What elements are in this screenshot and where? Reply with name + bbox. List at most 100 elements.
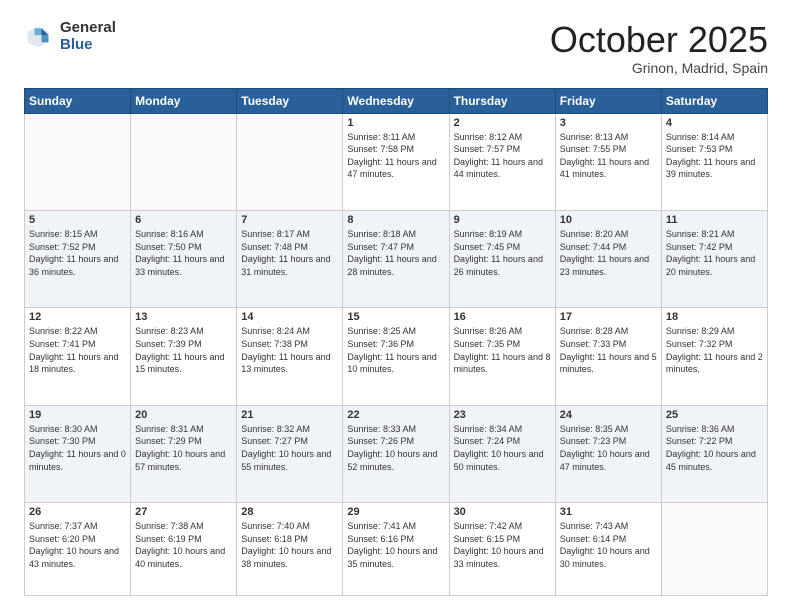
day-info: Sunrise: 8:12 AM Sunset: 7:57 PM Dayligh… [454, 131, 551, 181]
calendar-cell: 20Sunrise: 8:31 AM Sunset: 7:29 PM Dayli… [131, 405, 237, 502]
calendar-cell [661, 503, 767, 596]
day-info: Sunrise: 8:21 AM Sunset: 7:42 PM Dayligh… [666, 228, 763, 278]
day-number: 16 [454, 311, 551, 323]
day-info: Sunrise: 7:43 AM Sunset: 6:14 PM Dayligh… [560, 520, 657, 570]
day-number: 6 [135, 214, 232, 226]
day-info: Sunrise: 8:35 AM Sunset: 7:23 PM Dayligh… [560, 423, 657, 473]
day-info: Sunrise: 8:32 AM Sunset: 7:27 PM Dayligh… [241, 423, 338, 473]
day-number: 22 [347, 409, 444, 421]
day-number: 12 [29, 311, 126, 323]
calendar-cell: 22Sunrise: 8:33 AM Sunset: 7:26 PM Dayli… [343, 405, 449, 502]
day-number: 29 [347, 506, 444, 518]
calendar-cell: 28Sunrise: 7:40 AM Sunset: 6:18 PM Dayli… [237, 503, 343, 596]
day-info: Sunrise: 7:40 AM Sunset: 6:18 PM Dayligh… [241, 520, 338, 570]
weekday-header-thursday: Thursday [449, 88, 555, 113]
calendar-cell: 10 Sunrise: 8:20 AM Sunset: 7:44 PM Dayli… [555, 211, 661, 308]
calendar-cell: 6Sunrise: 8:16 AM Sunset: 7:50 PM Daylig… [131, 211, 237, 308]
calendar-cell: 17Sunrise: 8:28 AM Sunset: 7:33 PM Dayli… [555, 308, 661, 405]
title-block: October 2025 Grinon, Madrid, Spain [550, 20, 768, 76]
day-number: 5 [29, 214, 126, 226]
calendar-cell: 9 Sunrise: 8:19 AM Sunset: 7:45 PM Daylig… [449, 211, 555, 308]
day-info: Sunrise: 8:29 AM Sunset: 7:32 PM Dayligh… [666, 325, 763, 375]
day-number: 4 [666, 117, 763, 129]
day-number: 14 [241, 311, 338, 323]
calendar-cell: 18 Sunrise: 8:29 AM Sunset: 7:32 PM Dayli… [661, 308, 767, 405]
day-number: 30 [454, 506, 551, 518]
day-info: Sunrise: 7:42 AM Sunset: 6:15 PM Dayligh… [454, 520, 551, 570]
day-info: Sunrise: 8:14 AM Sunset: 7:53 PM Dayligh… [666, 131, 763, 181]
calendar-cell: 21 Sunrise: 8:32 AM Sunset: 7:27 PM Dayli… [237, 405, 343, 502]
week-row-1: 1Sunrise: 8:11 AM Sunset: 7:58 PM Daylig… [25, 113, 768, 210]
day-number: 25 [666, 409, 763, 421]
calendar-cell: 31 Sunrise: 7:43 AM Sunset: 6:14 PM Dayli… [555, 503, 661, 596]
day-info: Sunrise: 7:41 AM Sunset: 6:16 PM Dayligh… [347, 520, 444, 570]
day-info: Sunrise: 8:15 AM Sunset: 7:52 PM Dayligh… [29, 228, 126, 278]
calendar-cell: 13Sunrise: 8:23 AM Sunset: 7:39 PM Dayli… [131, 308, 237, 405]
calendar-cell: 8Sunrise: 8:18 AM Sunset: 7:47 PM Daylig… [343, 211, 449, 308]
day-number: 27 [135, 506, 232, 518]
day-number: 9 [454, 214, 551, 226]
logo-icon [24, 23, 52, 51]
page: General Blue October 2025 Grinon, Madrid… [0, 0, 792, 612]
day-info: Sunrise: 8:34 AM Sunset: 7:24 PM Dayligh… [454, 423, 551, 473]
logo-general: General [60, 20, 116, 37]
day-info: Sunrise: 8:17 AM Sunset: 7:48 PM Dayligh… [241, 228, 338, 278]
calendar-cell: 5 Sunrise: 8:15 AM Sunset: 7:52 PM Daylig… [25, 211, 131, 308]
day-number: 8 [347, 214, 444, 226]
calendar-cell: 23 Sunrise: 8:34 AM Sunset: 7:24 PM Dayli… [449, 405, 555, 502]
weekday-header-friday: Friday [555, 88, 661, 113]
weekday-header-monday: Monday [131, 88, 237, 113]
logo: General Blue [24, 20, 116, 53]
day-info: Sunrise: 8:36 AM Sunset: 7:22 PM Dayligh… [666, 423, 763, 473]
day-info: Sunrise: 8:30 AM Sunset: 7:30 PM Dayligh… [29, 423, 126, 473]
logo-blue: Blue [60, 37, 116, 54]
day-number: 2 [454, 117, 551, 129]
day-number: 18 [666, 311, 763, 323]
weekday-header-row: SundayMondayTuesdayWednesdayThursdayFrid… [25, 88, 768, 113]
day-number: 24 [560, 409, 657, 421]
calendar-cell: 26 Sunrise: 7:37 AM Sunset: 6:20 PM Dayli… [25, 503, 131, 596]
calendar-table: SundayMondayTuesdayWednesdayThursdayFrid… [24, 88, 768, 596]
calendar-cell [25, 113, 131, 210]
calendar-cell: 16 Sunrise: 8:26 AM Sunset: 7:35 PM Dayli… [449, 308, 555, 405]
calendar-cell: 1Sunrise: 8:11 AM Sunset: 7:58 PM Daylig… [343, 113, 449, 210]
week-row-3: 12 Sunrise: 8:22 AM Sunset: 7:41 PM Dayli… [25, 308, 768, 405]
day-info: Sunrise: 8:25 AM Sunset: 7:36 PM Dayligh… [347, 325, 444, 375]
calendar-cell: 7Sunrise: 8:17 AM Sunset: 7:48 PM Daylig… [237, 211, 343, 308]
calendar-cell: 3Sunrise: 8:13 AM Sunset: 7:55 PM Daylig… [555, 113, 661, 210]
day-info: Sunrise: 8:19 AM Sunset: 7:45 PM Dayligh… [454, 228, 551, 278]
day-info: Sunrise: 8:22 AM Sunset: 7:41 PM Dayligh… [29, 325, 126, 375]
day-number: 15 [347, 311, 444, 323]
day-number: 26 [29, 506, 126, 518]
calendar-cell: 30 Sunrise: 7:42 AM Sunset: 6:15 PM Dayli… [449, 503, 555, 596]
calendar-cell: 19 Sunrise: 8:30 AM Sunset: 7:30 PM Dayli… [25, 405, 131, 502]
weekday-header-tuesday: Tuesday [237, 88, 343, 113]
logo-text: General Blue [60, 20, 116, 53]
day-number: 3 [560, 117, 657, 129]
calendar-cell: 29 Sunrise: 7:41 AM Sunset: 6:16 PM Dayli… [343, 503, 449, 596]
day-number: 21 [241, 409, 338, 421]
day-info: Sunrise: 7:38 AM Sunset: 6:19 PM Dayligh… [135, 520, 232, 570]
day-info: Sunrise: 8:28 AM Sunset: 7:33 PM Dayligh… [560, 325, 657, 375]
day-number: 20 [135, 409, 232, 421]
week-row-2: 5 Sunrise: 8:15 AM Sunset: 7:52 PM Daylig… [25, 211, 768, 308]
weekday-header-wednesday: Wednesday [343, 88, 449, 113]
calendar-cell [131, 113, 237, 210]
calendar-cell: 24 Sunrise: 8:35 AM Sunset: 7:23 PM Dayli… [555, 405, 661, 502]
day-info: Sunrise: 7:37 AM Sunset: 6:20 PM Dayligh… [29, 520, 126, 570]
calendar-cell [237, 113, 343, 210]
calendar-cell: 4 Sunrise: 8:14 AM Sunset: 7:53 PM Daylig… [661, 113, 767, 210]
calendar-cell: 27 Sunrise: 7:38 AM Sunset: 6:19 PM Dayli… [131, 503, 237, 596]
weekday-header-saturday: Saturday [661, 88, 767, 113]
week-row-4: 19 Sunrise: 8:30 AM Sunset: 7:30 PM Dayli… [25, 405, 768, 502]
calendar-cell: 2 Sunrise: 8:12 AM Sunset: 7:57 PM Daylig… [449, 113, 555, 210]
weekday-header-sunday: Sunday [25, 88, 131, 113]
day-info: Sunrise: 8:26 AM Sunset: 7:35 PM Dayligh… [454, 325, 551, 375]
day-number: 10 [560, 214, 657, 226]
day-info: Sunrise: 8:20 AM Sunset: 7:44 PM Dayligh… [560, 228, 657, 278]
day-number: 19 [29, 409, 126, 421]
day-number: 23 [454, 409, 551, 421]
calendar-cell: 15 Sunrise: 8:25 AM Sunset: 7:36 PM Dayli… [343, 308, 449, 405]
day-number: 31 [560, 506, 657, 518]
day-number: 13 [135, 311, 232, 323]
